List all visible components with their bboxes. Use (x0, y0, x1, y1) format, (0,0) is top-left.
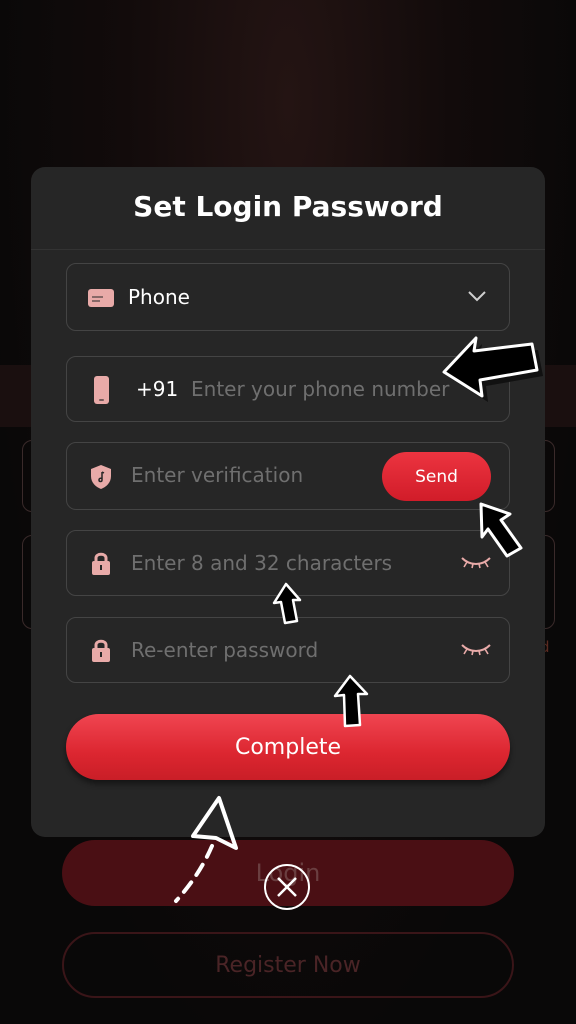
arrow-annotation (272, 582, 302, 625)
arrow-annotation (174, 796, 238, 903)
arrow-annotation (479, 502, 523, 558)
arrow-annotation (442, 336, 543, 402)
annotation-arrows (174, 336, 543, 903)
arrow-annotation (333, 674, 369, 728)
